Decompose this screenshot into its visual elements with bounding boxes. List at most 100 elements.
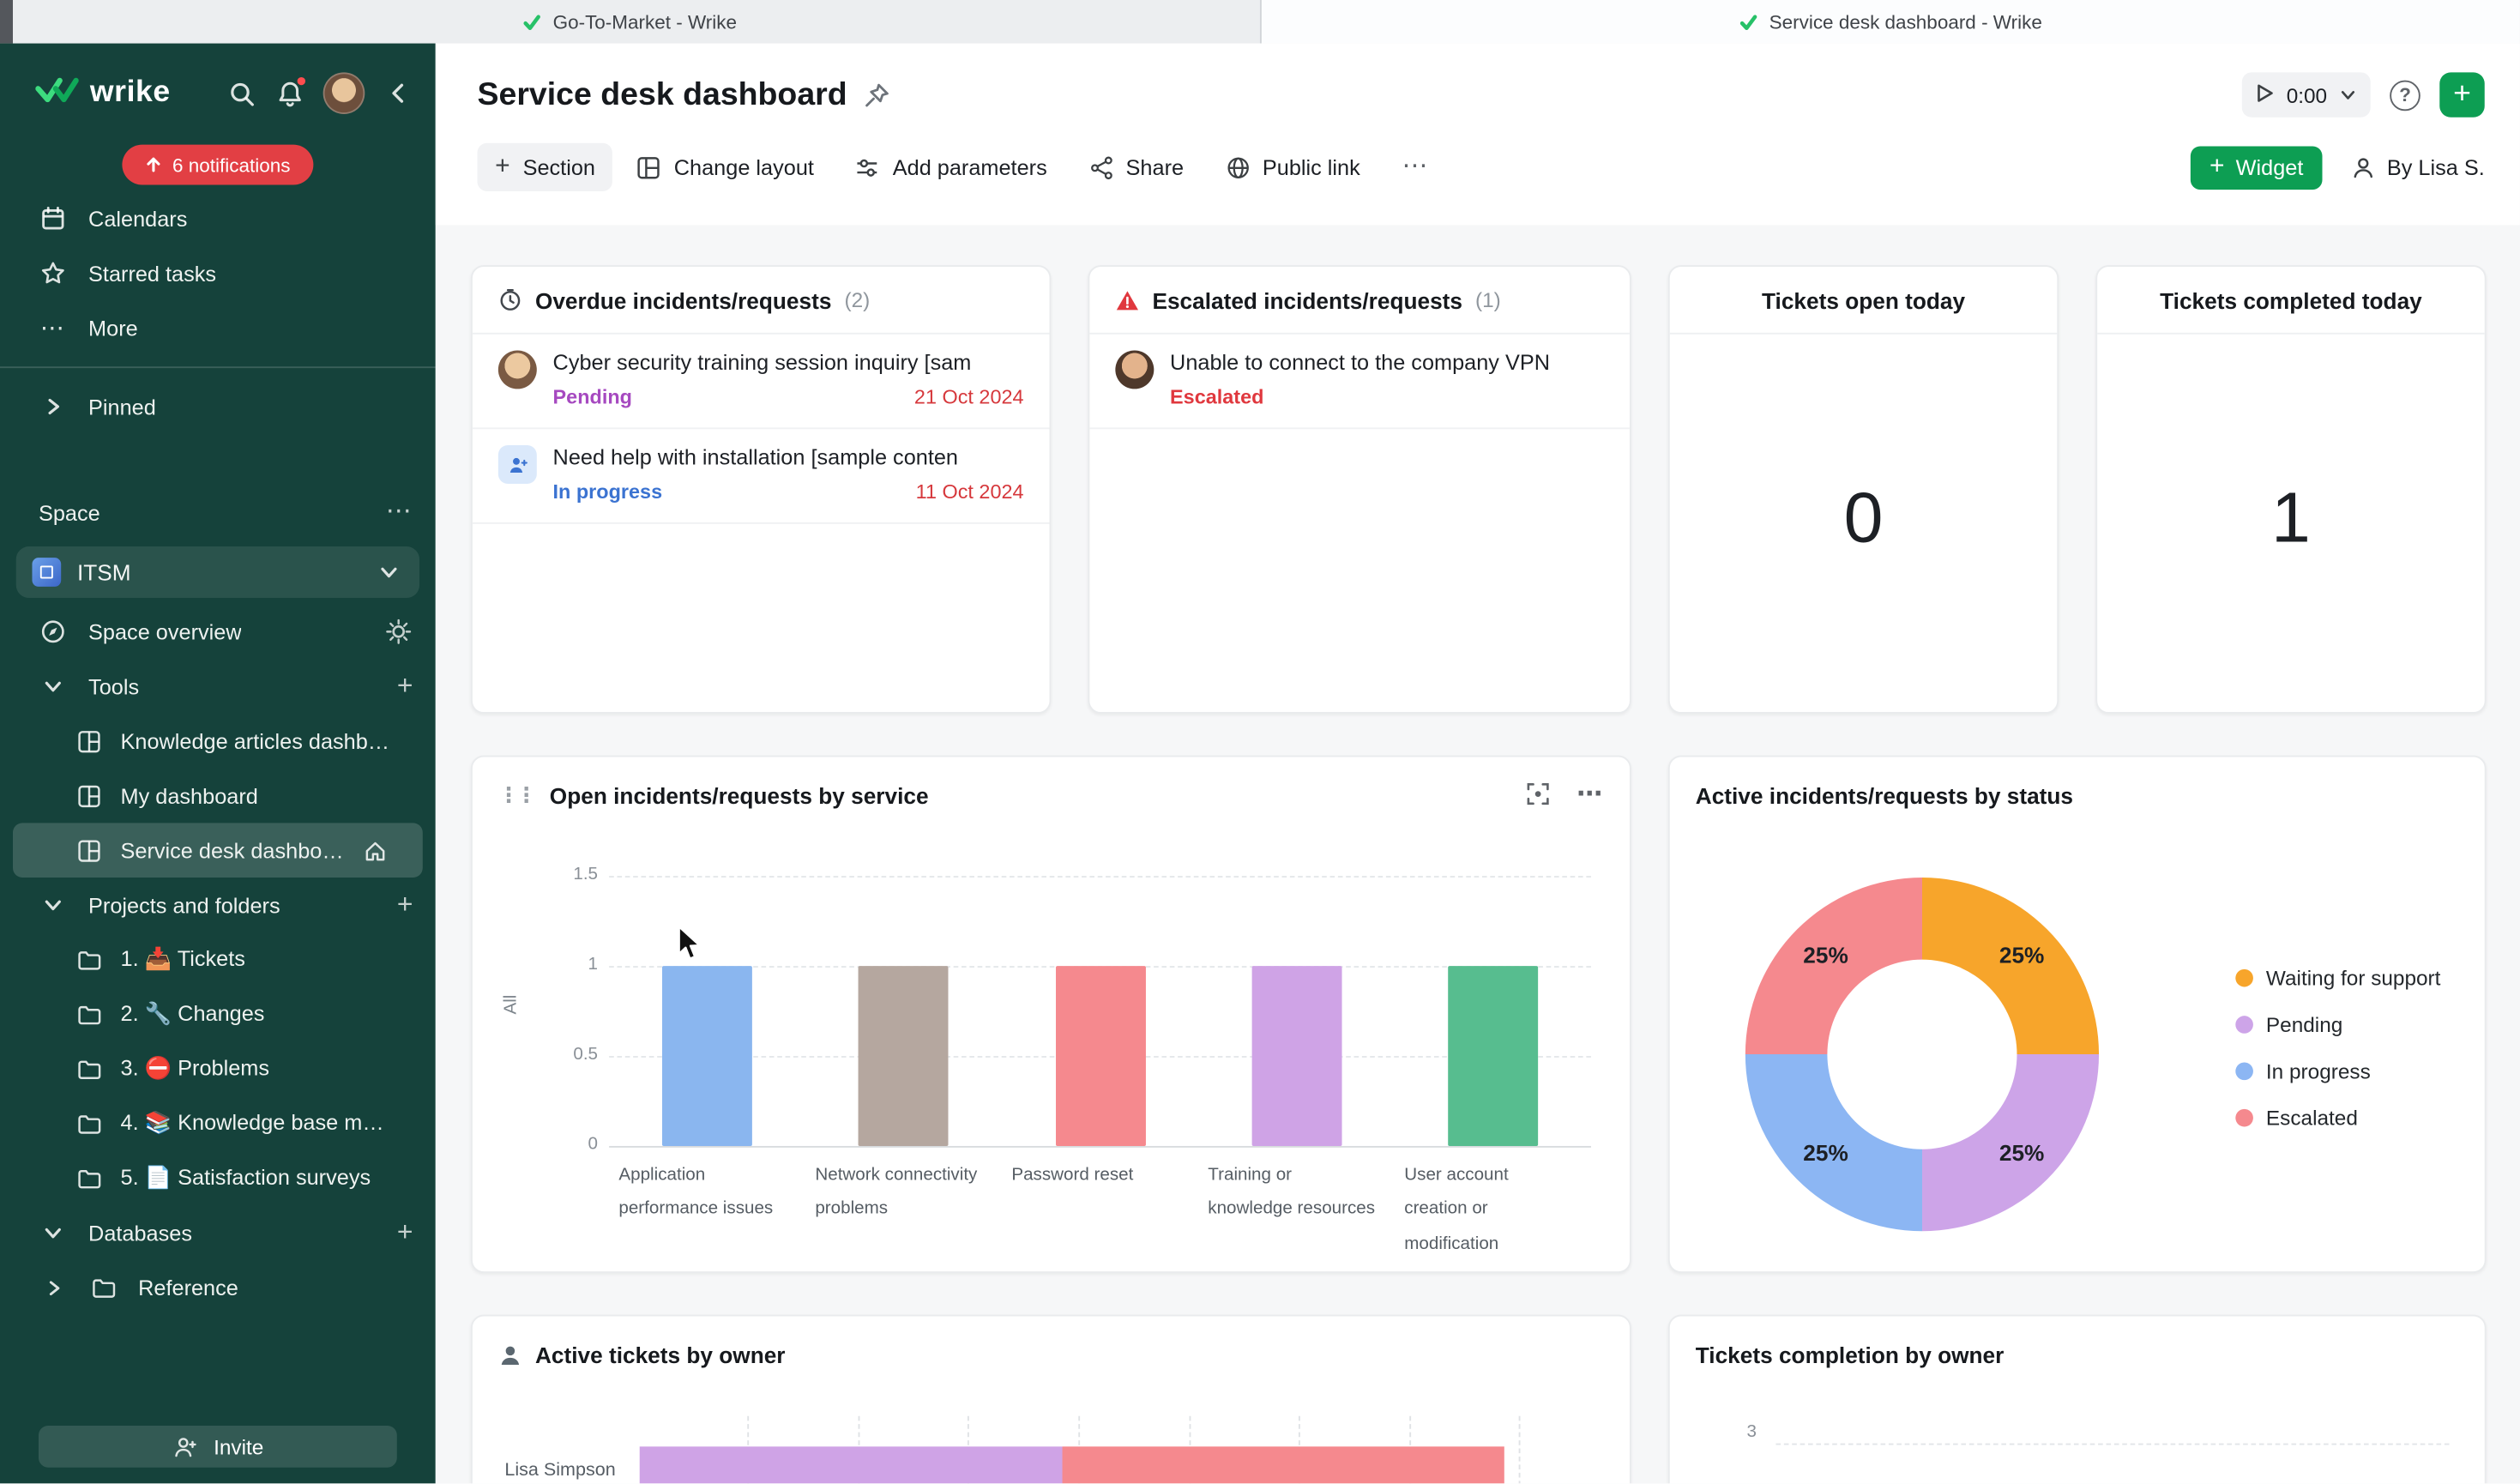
sidebar-item-tickets[interactable]: 1. 📥 Tickets bbox=[0, 932, 436, 987]
y-tick: 3 bbox=[1734, 1422, 1757, 1441]
change-layout-button[interactable]: Change layout bbox=[619, 143, 831, 191]
collapse-sidebar-icon[interactable] bbox=[384, 79, 413, 108]
ticket-row[interactable]: Unable to connect to the company VPN Esc… bbox=[1089, 335, 1630, 430]
slice-label-in-progress: 25% bbox=[1803, 1139, 1848, 1165]
widget-title: Active tickets by owner bbox=[535, 1342, 786, 1368]
tools-label: Tools bbox=[88, 674, 139, 698]
ticket-row[interactable]: Cyber security training session inquiry … bbox=[473, 335, 1050, 430]
public-link-button[interactable]: Public link bbox=[1208, 143, 1378, 191]
public-link-label: Public link bbox=[1263, 155, 1360, 179]
chevron-down-icon bbox=[39, 890, 68, 920]
owner-bar-segment-red[interactable] bbox=[1063, 1446, 1504, 1483]
owner-stacked-bar bbox=[640, 1446, 1504, 1483]
space-more-icon[interactable]: ⋯ bbox=[386, 500, 413, 526]
sidebar-item-label: Calendars bbox=[88, 207, 187, 231]
bar-chart-plot bbox=[609, 876, 1591, 1146]
widget-title: Active incidents/requests by status bbox=[1696, 782, 2073, 808]
metric-value: 1 bbox=[2097, 335, 2485, 704]
gear-icon[interactable] bbox=[384, 618, 413, 647]
sidebar-item-my-dashboard[interactable]: My dashboard bbox=[0, 769, 436, 823]
y-axis-label: All bbox=[502, 995, 521, 1015]
sidebar-item-space-overview[interactable]: Space overview bbox=[0, 605, 436, 660]
drag-handle-icon[interactable]: ⋮⋮ bbox=[498, 782, 534, 808]
space-overview-label: Space overview bbox=[88, 619, 242, 643]
browser-tab-service-desk[interactable]: Service desk dashboard - Wrike bbox=[1259, 0, 2520, 44]
legend-item-waiting[interactable]: Waiting for support bbox=[2235, 966, 2440, 990]
sidebar-item-service-desk-dashboard[interactable]: Service desk dashbo… bbox=[13, 823, 423, 878]
assignee-avatar bbox=[1115, 350, 1154, 389]
play-icon[interactable] bbox=[2256, 82, 2274, 106]
sidebar-section-pinned[interactable]: Pinned bbox=[0, 379, 436, 434]
browser-tab-go-to-market[interactable]: Go-To-Market - Wrike bbox=[0, 0, 1259, 44]
home-icon bbox=[361, 836, 390, 865]
clock-icon bbox=[498, 287, 522, 311]
legend-item-in-progress[interactable]: In progress bbox=[2235, 1059, 2440, 1083]
databases-label: Databases bbox=[88, 1221, 192, 1245]
sidebar-item-label: My dashboard bbox=[121, 783, 258, 807]
share-button[interactable]: Share bbox=[1071, 143, 1202, 191]
space-selector[interactable]: ITSM bbox=[16, 546, 419, 598]
wrike-logo-icon bbox=[35, 73, 79, 113]
bar-user-account[interactable] bbox=[1448, 966, 1538, 1146]
sidebar-section-projects[interactable]: Projects and folders + bbox=[0, 878, 436, 932]
search-icon[interactable] bbox=[226, 79, 256, 108]
sidebar-section-space[interactable]: Space ⋯ bbox=[0, 486, 436, 540]
add-section-button[interactable]: + Section bbox=[477, 143, 612, 191]
dashboard-owner[interactable]: By Lisa S. bbox=[2352, 155, 2485, 179]
y-tick: 1 bbox=[537, 955, 598, 974]
compass-icon bbox=[39, 618, 68, 647]
add-tool-icon[interactable]: + bbox=[397, 670, 413, 702]
widget-menu-icon[interactable]: ⋯ bbox=[1577, 782, 1604, 808]
add-database-icon[interactable]: + bbox=[397, 1216, 413, 1248]
folder-icon bbox=[74, 1054, 103, 1083]
help-icon[interactable]: ? bbox=[2390, 80, 2421, 111]
toolbar-more-button[interactable]: ⋯ bbox=[1384, 143, 1447, 191]
donut-legend: Waiting for support Pending In progress bbox=[2235, 966, 2440, 1130]
bar-application-performance[interactable] bbox=[662, 966, 752, 1146]
sidebar-item-satisfaction-surveys[interactable]: 5. 📄 Satisfaction surveys bbox=[0, 1151, 436, 1206]
sidebar-section-databases[interactable]: Databases + bbox=[0, 1205, 436, 1260]
sidebar-section-tools[interactable]: Tools + bbox=[0, 659, 436, 714]
metric-value: 0 bbox=[1670, 335, 2058, 704]
ticket-row[interactable]: Need help with installation [sample cont… bbox=[473, 429, 1050, 524]
add-parameters-button[interactable]: Add parameters bbox=[838, 143, 1064, 191]
bar-network-connectivity[interactable] bbox=[859, 966, 949, 1146]
widget-open-by-service: ⋮⋮ Open incidents/requests by service ⋯ … bbox=[471, 756, 1631, 1273]
widget-active-by-owner: Active tickets by owner Lisa Simpson bbox=[471, 1315, 1631, 1484]
status-badge: Pending bbox=[553, 386, 632, 408]
sidebar-item-problems[interactable]: 3. ⛔ Problems bbox=[0, 1041, 436, 1096]
wrike-logo[interactable]: wrike bbox=[35, 73, 171, 113]
legend-item-escalated[interactable]: Escalated bbox=[2235, 1106, 2440, 1130]
timer-control[interactable]: 0:00 bbox=[2241, 72, 2370, 117]
invite-button[interactable]: Invite bbox=[39, 1426, 397, 1468]
y-tick: 0.5 bbox=[537, 1045, 598, 1064]
sidebar-item-calendars[interactable]: Calendars bbox=[0, 191, 436, 246]
bar-training-knowledge[interactable] bbox=[1251, 966, 1341, 1146]
notifications-bell-icon[interactable] bbox=[274, 79, 304, 108]
focus-mode-icon[interactable] bbox=[1525, 781, 1551, 811]
y-tick: 1.5 bbox=[537, 865, 598, 884]
sidebar-item-changes[interactable]: 2. 🔧 Changes bbox=[0, 986, 436, 1041]
assignee-avatar bbox=[498, 350, 537, 389]
add-widget-button[interactable]: + Widget bbox=[2191, 146, 2323, 190]
x-tick: Application performance issues bbox=[609, 1159, 805, 1263]
user-avatar[interactable] bbox=[323, 72, 365, 114]
sidebar-item-more[interactable]: ⋯ More bbox=[0, 300, 436, 355]
notifications-pill[interactable]: 6 notifications bbox=[123, 145, 313, 185]
sliders-icon bbox=[856, 155, 880, 179]
slice-label-escalated: 25% bbox=[1803, 942, 1848, 968]
pin-icon[interactable] bbox=[863, 81, 890, 109]
sidebar-item-starred-tasks[interactable]: Starred tasks bbox=[0, 246, 436, 301]
sidebar-item-knowledge-articles-dashboard[interactable]: Knowledge articles dashb… bbox=[0, 714, 436, 769]
sidebar-item-knowledge-base[interactable]: 4. 📚 Knowledge base m… bbox=[0, 1096, 436, 1151]
chevron-down-icon[interactable] bbox=[2340, 82, 2356, 106]
owner-bar-segment-purple[interactable] bbox=[640, 1446, 1063, 1483]
add-project-icon[interactable]: + bbox=[397, 889, 413, 920]
calendar-icon bbox=[39, 204, 68, 233]
create-new-button[interactable]: + bbox=[2439, 72, 2484, 117]
bar-password-reset[interactable] bbox=[1055, 966, 1145, 1146]
chevron-down-icon bbox=[375, 558, 404, 587]
legend-item-pending[interactable]: Pending bbox=[2235, 1012, 2440, 1036]
sidebar-item-label: Service desk dashbo… bbox=[121, 838, 344, 862]
sidebar-item-reference[interactable]: Reference bbox=[0, 1260, 436, 1315]
